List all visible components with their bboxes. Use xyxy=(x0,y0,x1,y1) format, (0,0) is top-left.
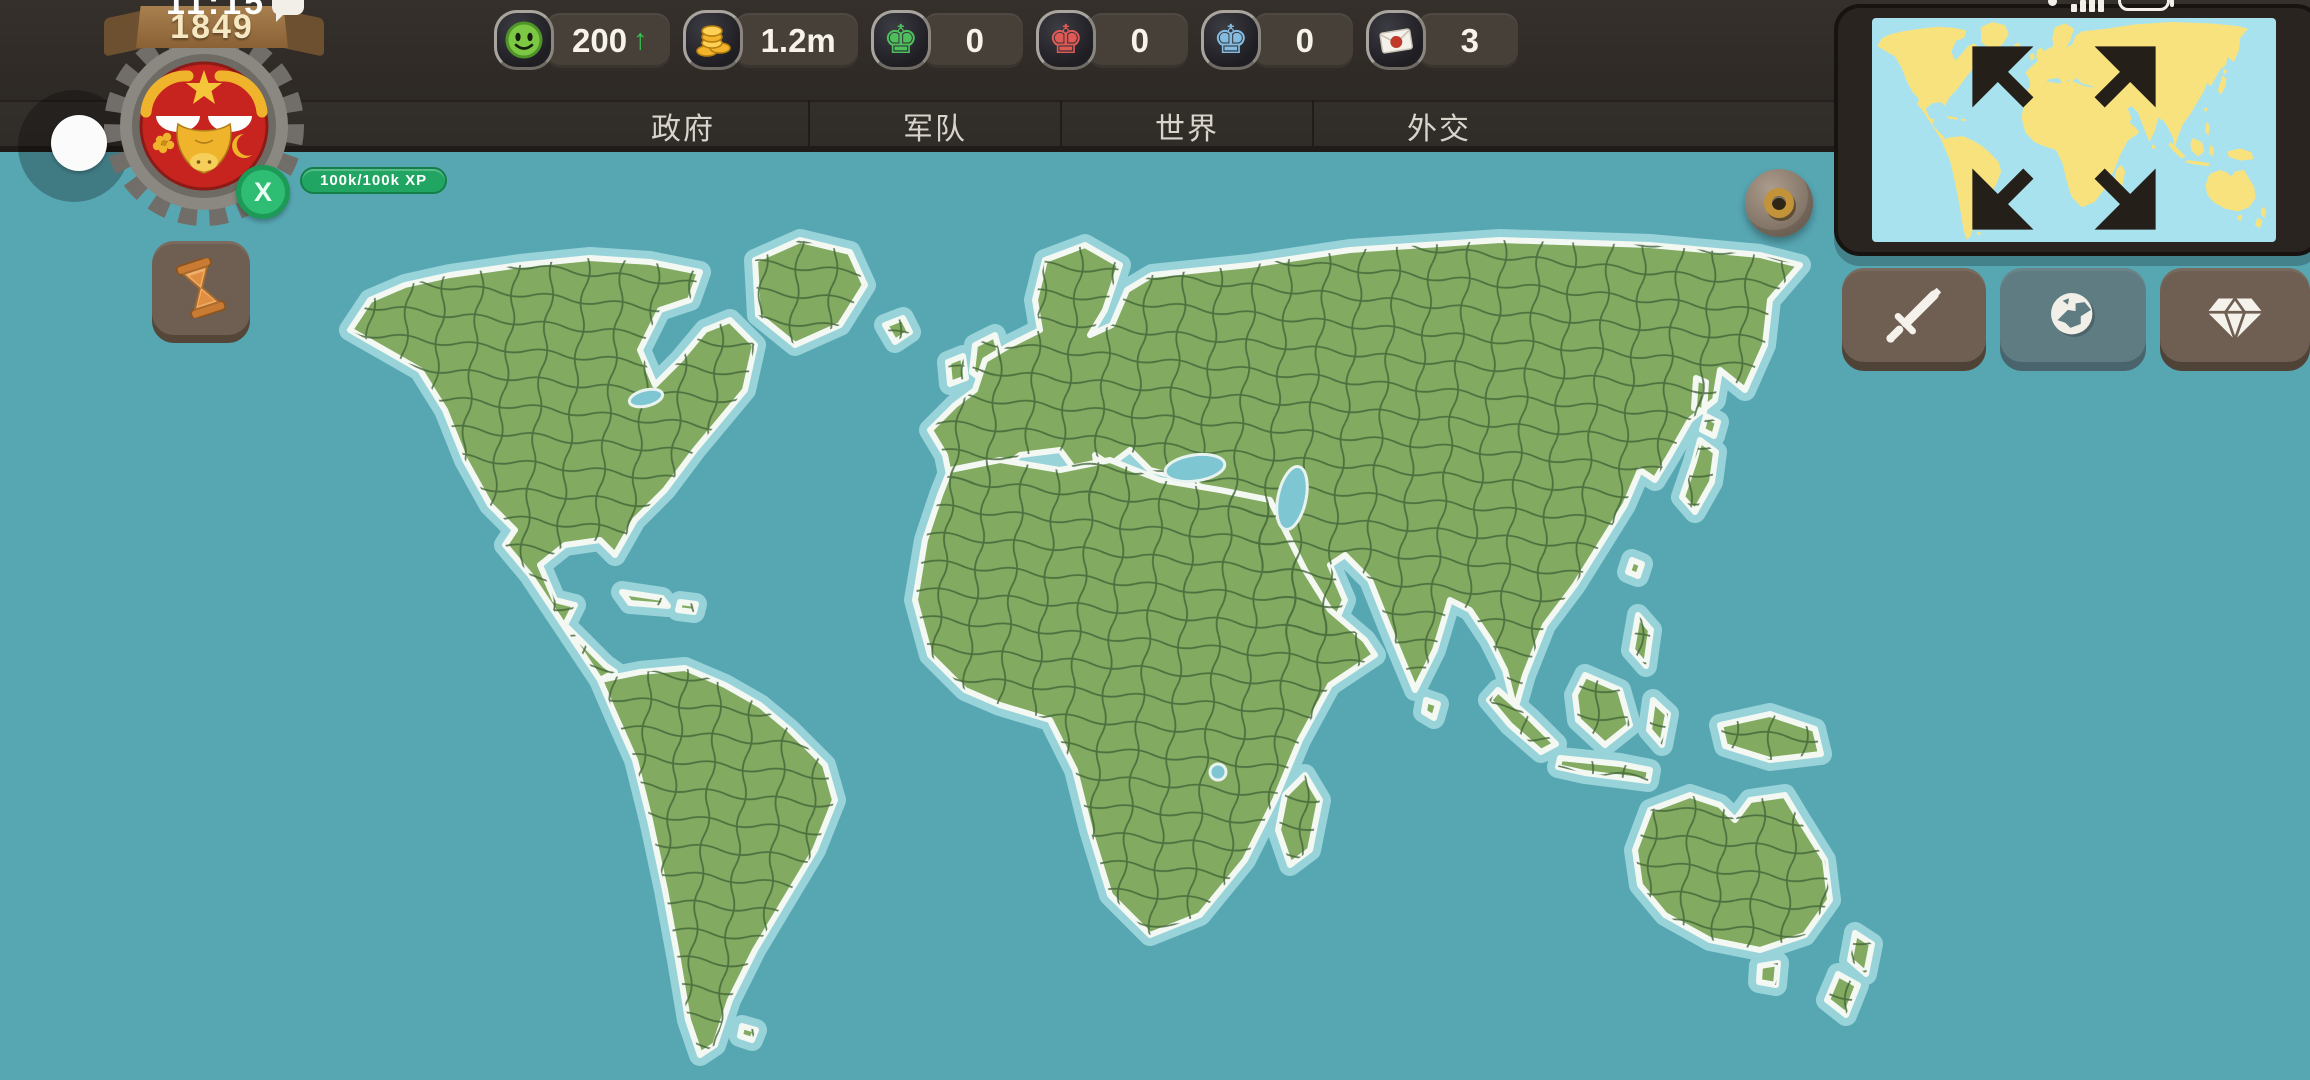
xp-label: 100k/100k XP xyxy=(320,172,428,189)
signal-bars-icon xyxy=(2071,0,2104,12)
level-button[interactable]: X xyxy=(236,165,290,219)
coins-icon xyxy=(682,10,743,70)
resource-manpower-green[interactable]: ♚ 0 xyxy=(870,10,1023,70)
resource-manpower-red[interactable]: ♚ 0 xyxy=(1035,10,1188,70)
globe-icon xyxy=(2051,293,2095,337)
sword-icon xyxy=(1886,287,1942,343)
chat-bubble-icon[interactable] xyxy=(272,0,304,22)
expand-icon[interactable] xyxy=(1872,26,2266,242)
tab-world[interactable]: 世界 xyxy=(1060,100,1312,152)
minimap-panel[interactable] xyxy=(1834,4,2310,256)
premium-button[interactable] xyxy=(2160,268,2310,362)
white-circle-button[interactable] xyxy=(51,115,107,171)
up-arrow-icon: ↑ xyxy=(633,24,648,56)
gear-icon xyxy=(1764,188,1794,218)
map-object-button[interactable] xyxy=(1745,169,1813,237)
device-status-bar xyxy=(2048,0,2174,12)
envelope-icon xyxy=(1365,10,1426,70)
diamond-icon xyxy=(2207,296,2263,344)
tab-diplomacy[interactable]: 外交 xyxy=(1312,100,1564,152)
manpower-green-value: 0 xyxy=(965,21,984,59)
world-view-button[interactable] xyxy=(2000,268,2146,362)
tab-government[interactable]: 政府 xyxy=(558,100,808,152)
resource-value-plate: 0 xyxy=(1087,13,1188,68)
resource-messages[interactable]: 3 xyxy=(1365,10,1518,70)
king-blue-icon: ♚ xyxy=(1200,10,1261,70)
manpower-blue-value: 0 xyxy=(1295,21,1314,59)
manpower-red-value: 0 xyxy=(1130,21,1149,59)
xp-badge: 100k/100k XP xyxy=(300,167,448,194)
level-label: X xyxy=(253,176,272,207)
resource-manpower-blue[interactable]: ♚ 0 xyxy=(1200,10,1353,70)
happiness-value: 200 xyxy=(572,21,628,59)
main-tabs: 政府 军队 世界 外交 xyxy=(558,100,1564,152)
messages-value: 3 xyxy=(1460,21,1479,59)
smiley-icon xyxy=(494,10,554,70)
resource-value-plate: 200 ↑ xyxy=(546,13,670,68)
tab-army[interactable]: 军队 xyxy=(808,100,1060,152)
time-button[interactable] xyxy=(152,241,250,335)
gold-value: 1.2m xyxy=(760,21,836,59)
war-button[interactable] xyxy=(1842,268,1986,362)
hourglass-icon xyxy=(175,258,227,318)
resource-value-plate: 3 xyxy=(1417,13,1518,68)
resource-value-plate: 0 xyxy=(922,13,1023,68)
minimap[interactable] xyxy=(1872,18,2276,242)
notification-dot-icon xyxy=(2048,0,2057,6)
battery-icon xyxy=(2118,0,2174,11)
game-clock: 11:15 xyxy=(165,0,267,22)
game-screen: 200 ↑ 1.2m ♚ 0 ♚ 0 ♚ 0 3 政府 军队 世界 外交 184… xyxy=(0,0,2310,1080)
king-green-icon: ♚ xyxy=(870,10,931,70)
king-red-icon: ♚ xyxy=(1035,10,1096,70)
resource-value-plate: 0 xyxy=(1252,13,1353,68)
resource-bar: 200 ↑ 1.2m ♚ 0 ♚ 0 ♚ 0 3 xyxy=(494,10,1518,70)
resource-value-plate: 1.2m xyxy=(734,13,858,68)
resource-gold[interactable]: 1.2m xyxy=(682,10,858,70)
resource-happiness[interactable]: 200 ↑ xyxy=(494,10,670,70)
